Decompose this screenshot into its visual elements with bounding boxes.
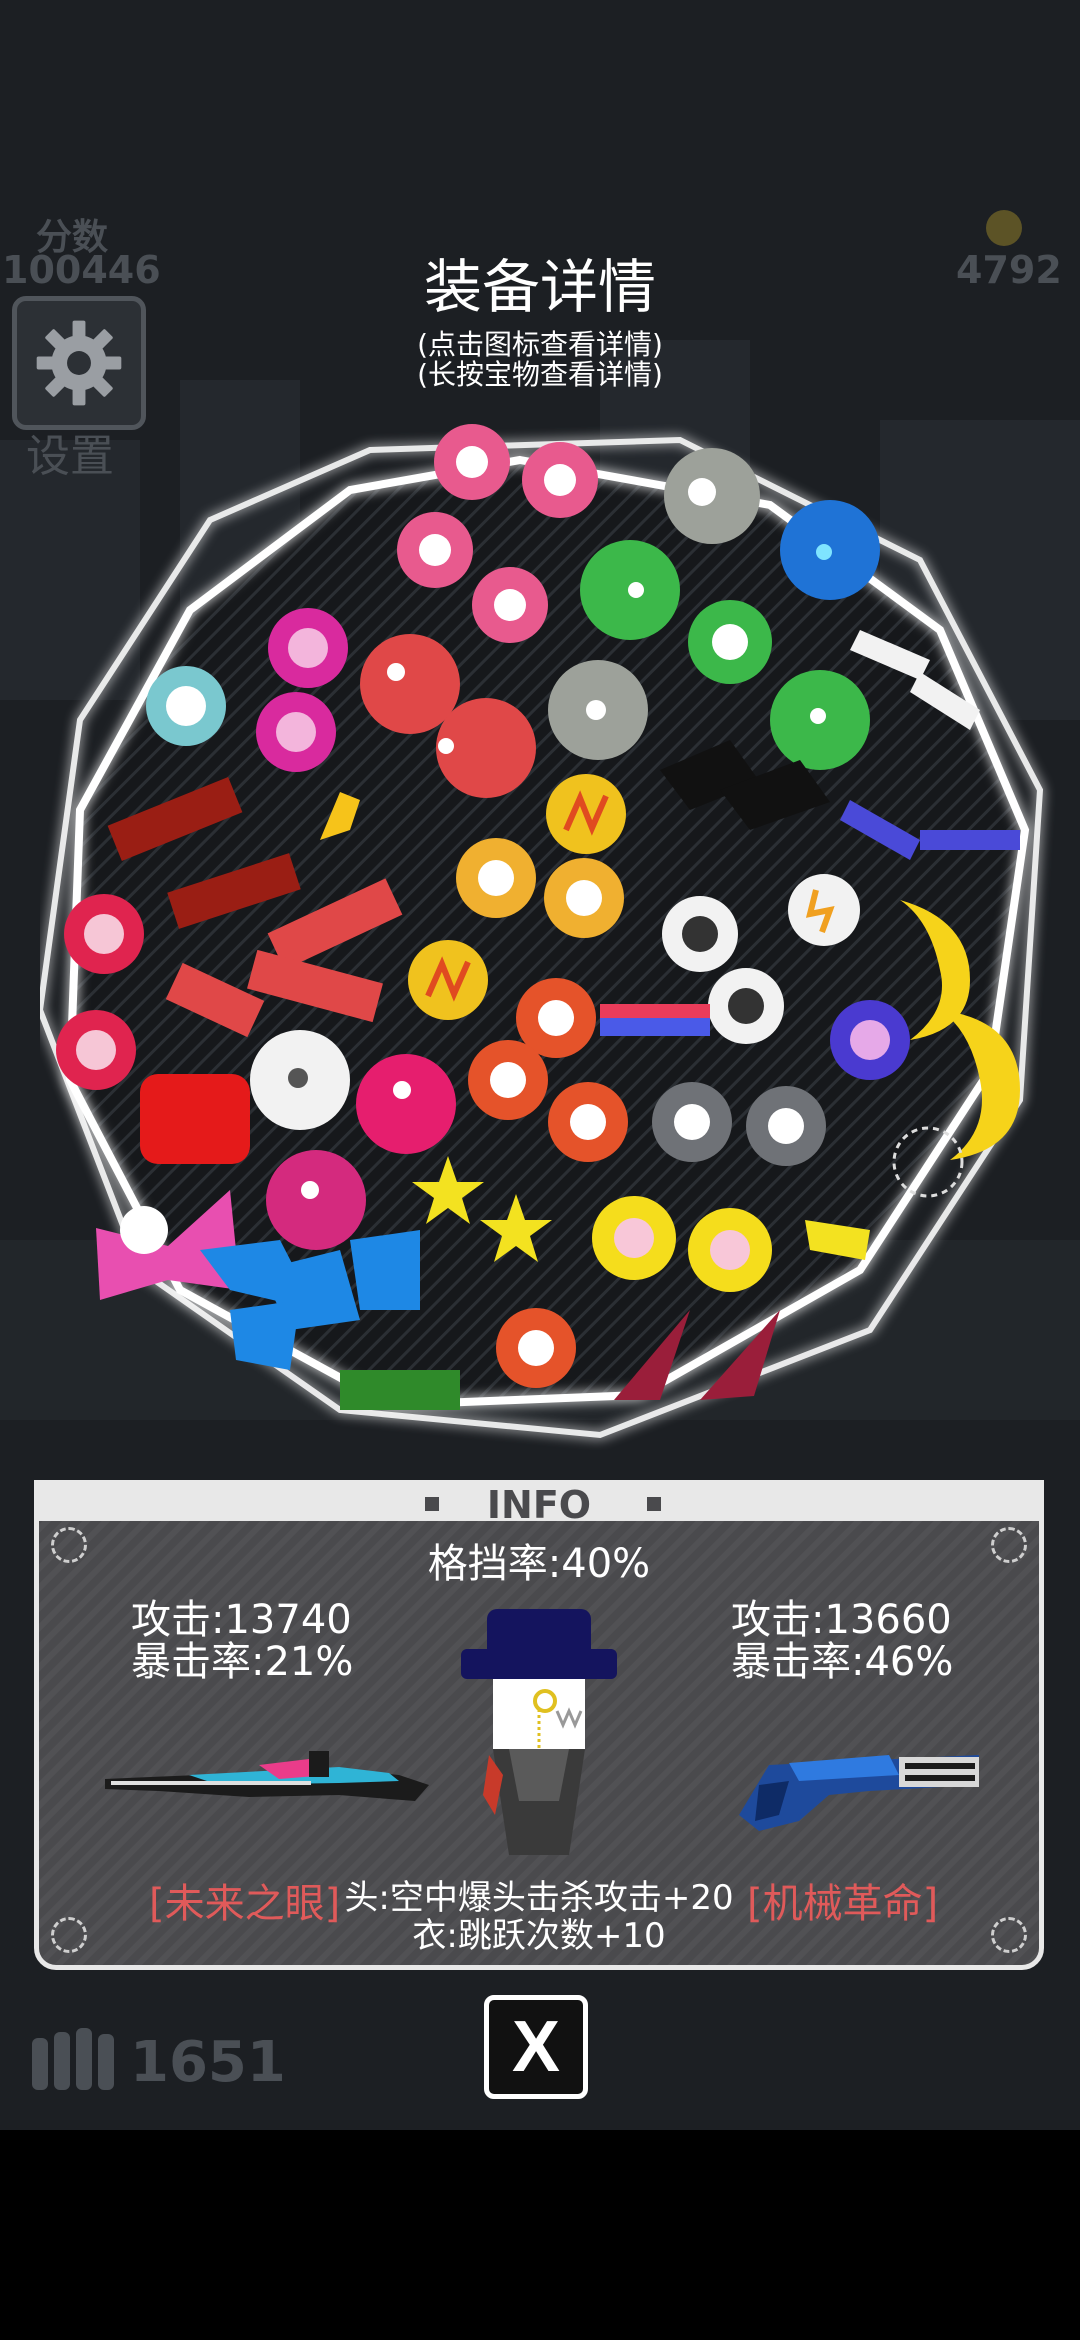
purple-flower-icon[interactable]	[830, 1000, 910, 1080]
hint-tap-icon: (点击图标查看详情)	[417, 328, 663, 361]
game-screen: 分数 100446 4792 设置 1651 装备详情 (点击图标查看详情) (…	[0, 0, 1080, 2130]
blue-ring-icon[interactable]	[780, 500, 880, 600]
green-plank-icon[interactable]	[340, 1370, 460, 1410]
red-block-icon[interactable]	[140, 1074, 250, 1164]
white-bolt-icon[interactable]	[788, 874, 860, 946]
header-dot	[647, 1497, 661, 1511]
page-title: 装备详情	[423, 253, 656, 321]
block-rate: 格挡率:40%	[427, 1541, 651, 1587]
left-weapon-attack: 攻击:13740	[131, 1597, 352, 1643]
close-label: X	[511, 2007, 561, 2087]
teal-gear-icon[interactable]	[146, 666, 226, 746]
character-icon	[461, 1609, 617, 1855]
left-weapon-crit: 暴击率:21%	[131, 1639, 354, 1685]
info-panel: INFO 格挡率:40% 攻击:13740 暴击率:21% 攻击:13660 暴…	[34, 1480, 1044, 1970]
ammo-count: 1651	[130, 2030, 286, 2095]
left-weapon-icon[interactable]	[99, 1735, 429, 1825]
close-button[interactable]: X	[484, 1995, 588, 2099]
hint-hold-treasure: (长按宝物查看详情)	[417, 358, 663, 391]
treasure-showcase	[40, 424, 1044, 1439]
right-weapon-crit: 暴击率:46%	[731, 1639, 954, 1685]
head-effect: 头:空中爆头击杀攻击+20	[344, 1878, 734, 1918]
right-weapon-attack: 攻击:13660	[731, 1597, 952, 1643]
info-title: INFO	[486, 1483, 592, 1527]
info-header: INFO	[39, 1485, 1039, 1527]
white-ring-icon[interactable]	[250, 1030, 350, 1130]
outfit-effect: 衣:跳跃次数+10	[412, 1916, 666, 1956]
ammo-icon	[32, 2028, 114, 2090]
equipment-effects: 头:空中爆头击杀攻击+20 衣:跳跃次数+10	[39, 1879, 1039, 1955]
right-weapon-icon[interactable]	[729, 1725, 989, 1835]
